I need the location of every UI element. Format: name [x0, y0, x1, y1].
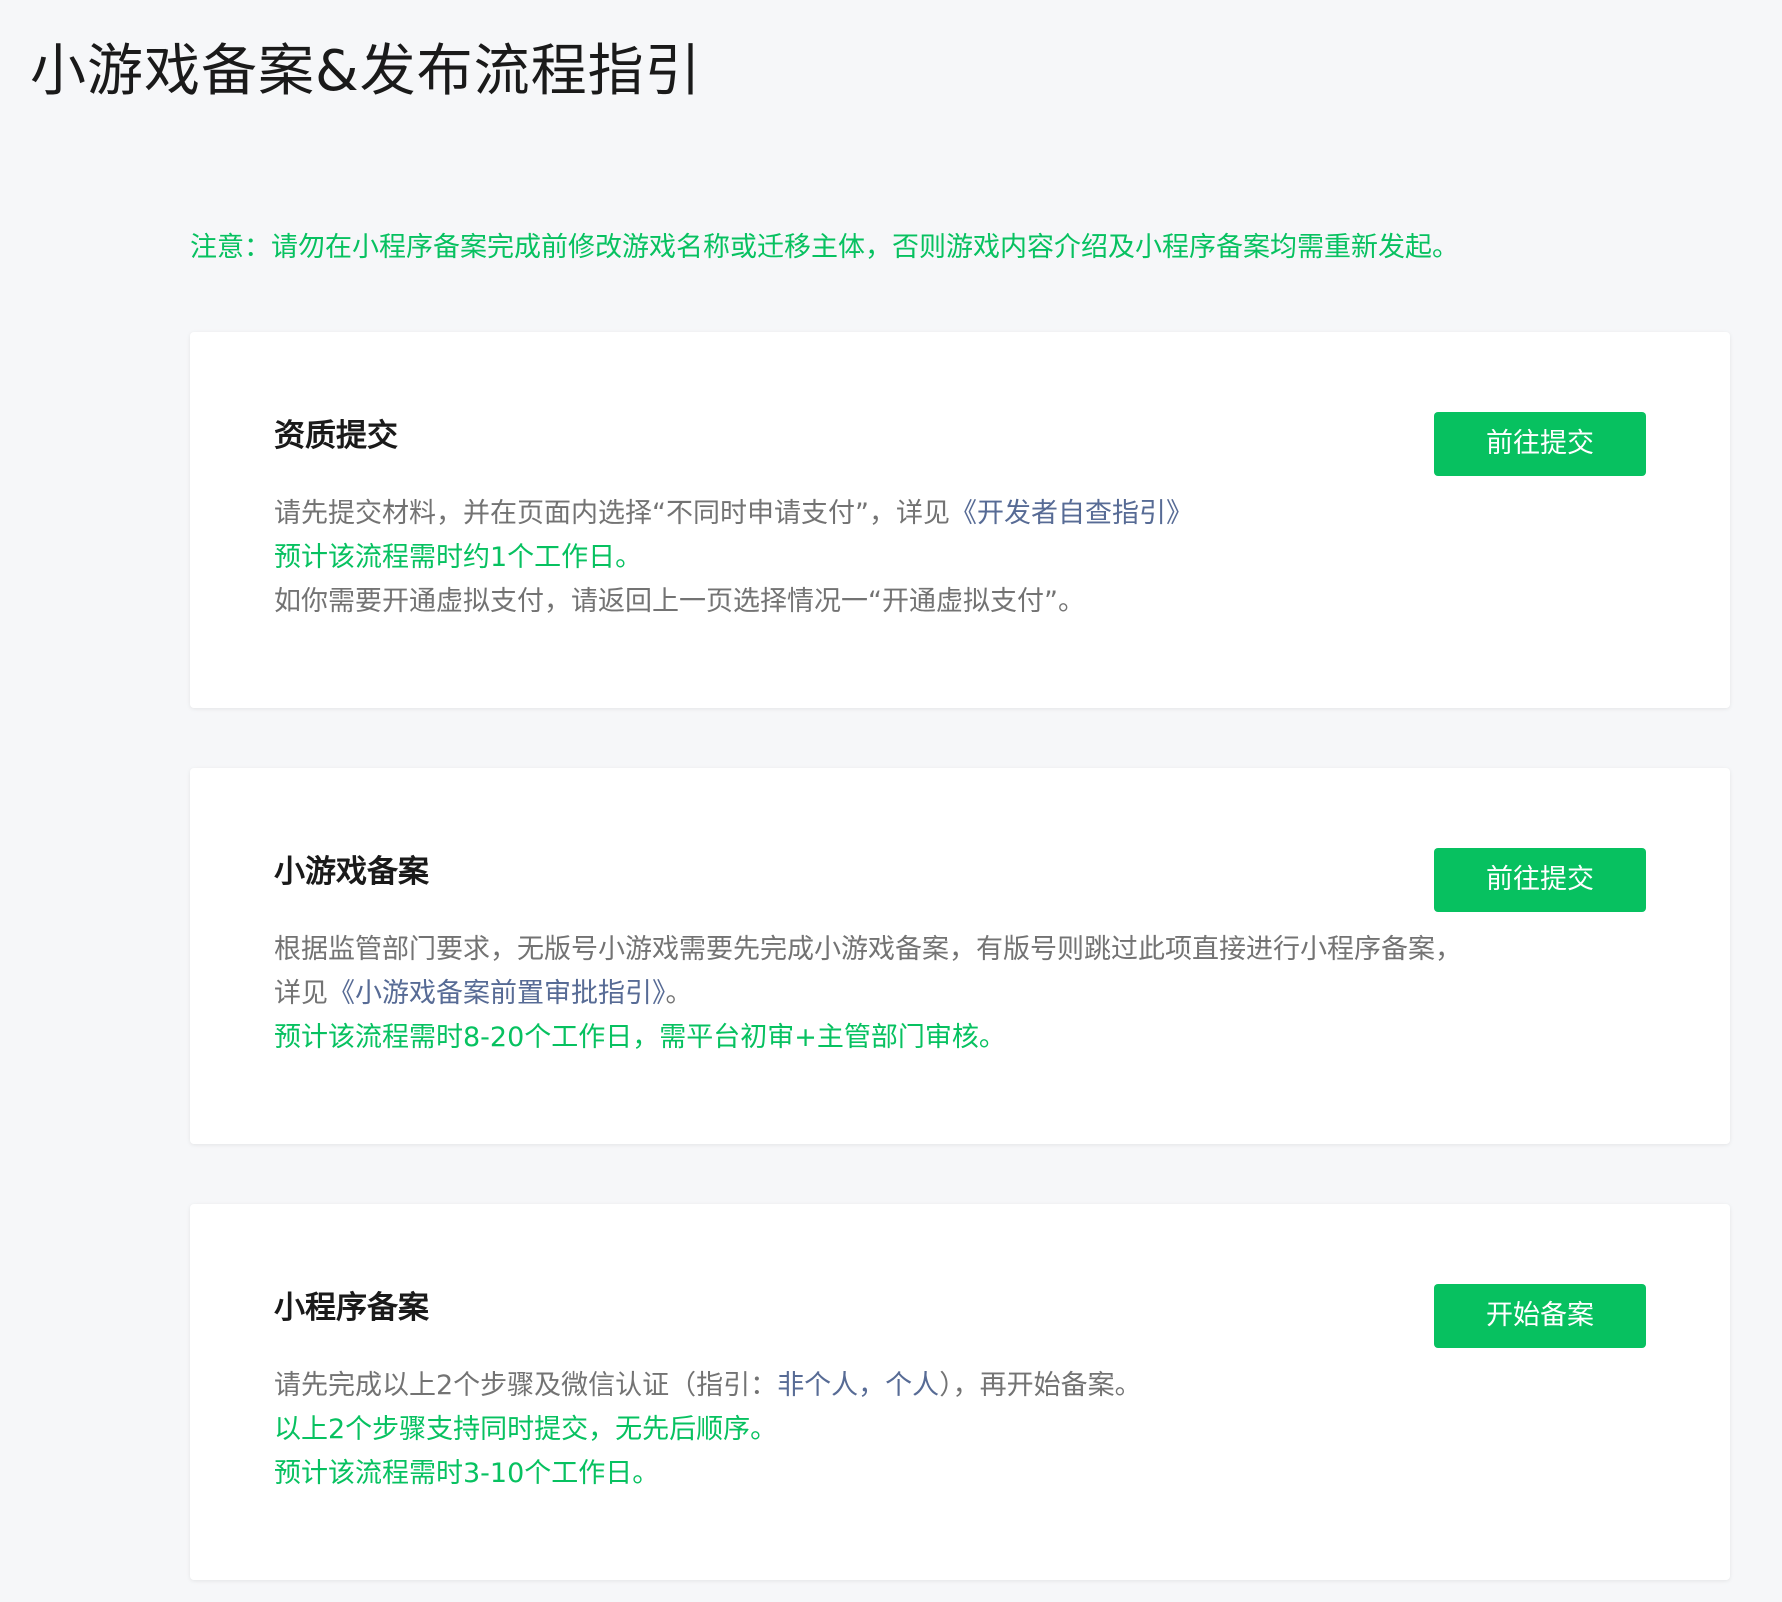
card-title: 小游戏备案	[274, 850, 429, 894]
description-text: 请先完成以上2个步骤及微信认证（指引：	[274, 1370, 777, 1401]
developer-self-check-guide-link[interactable]: 《开发者自查指引》	[950, 498, 1193, 529]
minigame-filing-guide-link[interactable]: 《小游戏备案前置审批指引》	[328, 978, 666, 1009]
description-text: 。	[666, 978, 693, 1009]
card-title: 小程序备案	[274, 1286, 429, 1330]
description-line: 详见《小游戏备案前置审批指引》。	[274, 972, 1654, 1016]
notice-text: 注意：请勿在小程序备案完成前修改游戏名称或迁移主体，否则游戏内容介绍及小程序备案…	[190, 228, 1459, 268]
card-qualification-submission: 资质提交 前往提交 请先提交材料，并在页面内选择“不同时申请支付”，详见《开发者…	[190, 332, 1730, 708]
description-text: ），再开始备案。	[939, 1370, 1142, 1401]
description-text: 详见	[274, 978, 328, 1009]
certification-guide-link[interactable]: 非个人，个人	[777, 1370, 939, 1401]
card-description: 根据监管部门要求，无版号小游戏需要先完成小游戏备案，有版号则跳过此项直接进行小程…	[274, 928, 1654, 1060]
estimated-time-text: 预计该流程需时8-20个工作日，需平台初审+主管部门审核。	[274, 1016, 1654, 1060]
page-title: 小游戏备案&发布流程指引	[30, 34, 702, 110]
description-line: 请先提交材料，并在页面内选择“不同时申请支付”，详见《开发者自查指引》	[274, 492, 1654, 536]
regulation-note: 根据监管部门要求，无版号小游戏需要先完成小游戏备案，有版号则跳过此项直接进行小程…	[274, 928, 1654, 972]
description-line: 请先完成以上2个步骤及微信认证（指引：非个人，个人），再开始备案。	[274, 1364, 1654, 1408]
card-miniprogram-filing: 小程序备案 开始备案 请先完成以上2个步骤及微信认证（指引：非个人，个人），再开…	[190, 1204, 1730, 1580]
start-filing-button[interactable]: 开始备案	[1434, 1284, 1646, 1348]
description-text: 请先提交材料，并在页面内选择“不同时申请支付”，详见	[274, 498, 950, 529]
parallel-submit-note: 以上2个步骤支持同时提交，无先后顺序。	[274, 1408, 1654, 1452]
goto-submit-button[interactable]: 前往提交	[1434, 848, 1646, 912]
card-minigame-filing: 小游戏备案 前往提交 根据监管部门要求，无版号小游戏需要先完成小游戏备案，有版号…	[190, 768, 1730, 1144]
card-title: 资质提交	[274, 414, 398, 458]
virtual-payment-note: 如你需要开通虚拟支付，请返回上一页选择情况一“开通虚拟支付”。	[274, 580, 1654, 624]
estimated-time-text: 预计该流程需时3-10个工作日。	[274, 1452, 1654, 1496]
card-description: 请先完成以上2个步骤及微信认证（指引：非个人，个人），再开始备案。 以上2个步骤…	[274, 1364, 1654, 1496]
card-description: 请先提交材料，并在页面内选择“不同时申请支付”，详见《开发者自查指引》 预计该流…	[274, 492, 1654, 624]
estimated-time-text: 预计该流程需时约1个工作日。	[274, 536, 1654, 580]
goto-submit-button[interactable]: 前往提交	[1434, 412, 1646, 476]
